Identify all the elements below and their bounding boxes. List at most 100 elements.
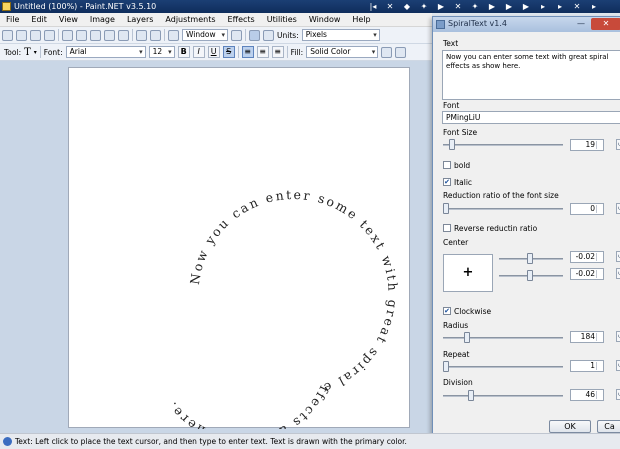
font-size-combo[interactable]: 12 — [148, 46, 175, 58]
taskbar-icon[interactable]: ▶ — [519, 2, 533, 11]
image-canvas[interactable]: Now you can enter some text with great s… — [68, 67, 410, 429]
center-x-slider[interactable] — [499, 253, 563, 265]
taskbar-icon[interactable]: ✦ — [417, 2, 431, 11]
reset-icon[interactable]: ↺ — [616, 251, 620, 262]
taskbar-icon[interactable]: ✕ — [383, 2, 397, 11]
taskbar-icon[interactable]: ▶ — [502, 2, 516, 11]
reduction-label: Reduction ratio of the font size — [443, 191, 559, 200]
minimize-icon[interactable]: — — [573, 18, 589, 30]
center-y-slider[interactable] — [499, 270, 563, 282]
slider-thumb[interactable] — [464, 332, 470, 343]
menu-effects[interactable]: Effects — [222, 13, 261, 27]
reset-icon[interactable]: ↺ — [616, 331, 620, 342]
reverse-checkbox[interactable] — [443, 224, 451, 232]
menu-help[interactable]: Help — [346, 13, 376, 27]
slider-thumb[interactable] — [468, 390, 474, 401]
font-combo[interactable]: Arial — [65, 46, 146, 58]
dialog-title-bar: SpiralText v1.4 — ✕ — [433, 17, 620, 32]
taskbar-icon[interactable]: ▶ — [434, 2, 448, 11]
slider-thumb[interactable] — [527, 270, 533, 281]
division-slider[interactable] — [443, 390, 563, 402]
slider-thumb[interactable] — [443, 203, 449, 214]
text-label: Text — [443, 39, 459, 48]
cut-icon[interactable] — [62, 29, 73, 41]
reset-icon[interactable]: ↺ — [616, 139, 620, 150]
new-image-icon[interactable] — [2, 29, 13, 41]
bold-checkbox[interactable] — [443, 161, 451, 169]
paste-icon[interactable] — [90, 29, 101, 41]
align-center-icon[interactable]: ≡ — [256, 46, 269, 58]
menu-utilities[interactable]: Utilities — [261, 13, 303, 27]
deselect-icon[interactable] — [118, 29, 129, 41]
center-y-input[interactable]: -0.02 — [570, 268, 604, 280]
units-combo[interactable]: Pixels — [301, 29, 380, 41]
center-x-input[interactable]: -0.02 — [570, 251, 604, 263]
reduction-slider[interactable] — [443, 203, 563, 215]
italic-checkbox[interactable]: ✔ — [443, 178, 451, 186]
repeat-input[interactable]: 1 — [570, 360, 604, 372]
crop-icon[interactable] — [104, 29, 115, 41]
align-right-icon[interactable]: ≡ — [271, 46, 284, 58]
taskbar-icon[interactable]: ▶ — [485, 2, 499, 11]
taskbar-icon[interactable]: |◂ — [366, 2, 380, 11]
menu-view[interactable]: View — [53, 13, 84, 27]
menu-adjustments[interactable]: Adjustments — [159, 13, 221, 27]
underline-button[interactable]: U — [207, 46, 220, 58]
undo-icon[interactable] — [136, 29, 147, 41]
clockwise-checkbox[interactable]: ✔ — [443, 307, 451, 315]
font-label: Font: — [43, 47, 63, 57]
radius-slider[interactable] — [443, 332, 563, 344]
antialias-icon[interactable] — [381, 46, 393, 58]
grid-icon[interactable] — [168, 29, 179, 41]
blend-mode-icon[interactable] — [395, 46, 407, 58]
spiral-text-dialog: SpiralText v1.4 — ✕ Text Now you can ent… — [432, 16, 620, 436]
center-picker[interactable]: + — [443, 254, 493, 292]
font-size-slider[interactable] — [443, 139, 563, 151]
chevron-down-icon[interactable]: ▾ — [34, 49, 37, 56]
taskbar-icon[interactable]: ▸ — [587, 2, 601, 11]
slider-thumb[interactable] — [449, 139, 455, 150]
ok-button[interactable]: OK — [549, 420, 591, 433]
menu-window[interactable]: Window — [303, 13, 347, 27]
slider-thumb[interactable] — [527, 253, 533, 264]
reset-icon[interactable]: ↺ — [616, 360, 620, 371]
slider-thumb[interactable] — [443, 361, 449, 372]
reset-icon[interactable]: ↺ — [616, 203, 620, 214]
menu-layers[interactable]: Layers — [121, 13, 159, 27]
reset-icon[interactable]: ↺ — [616, 389, 620, 400]
zoom-window-combo[interactable]: Window — [182, 29, 228, 41]
taskbar-icon[interactable]: ✕ — [570, 2, 584, 11]
font-select[interactable]: PMingLiU — [442, 111, 620, 124]
taskbar-icon[interactable]: ▸ — [553, 2, 567, 11]
taskbar-icon[interactable]: ✦ — [468, 2, 482, 11]
cancel-button[interactable]: Ca — [597, 420, 620, 433]
bold-button[interactable]: B — [177, 46, 190, 58]
redo-icon[interactable] — [150, 29, 161, 41]
strikethrough-button[interactable]: S — [222, 46, 235, 58]
division-input[interactable]: 46 — [570, 389, 604, 401]
save-icon[interactable] — [30, 29, 41, 41]
taskbar-icon[interactable]: ▸ — [536, 2, 550, 11]
text-tool-icon[interactable]: T — [24, 47, 31, 58]
ruler-icon[interactable] — [263, 29, 274, 41]
font-size-input[interactable]: 19 — [570, 139, 604, 151]
text-input[interactable]: Now you can enter some text with great s… — [442, 50, 620, 100]
menu-file[interactable]: File — [0, 13, 25, 27]
taskbar-icon[interactable]: ◆ — [400, 2, 414, 11]
taskbar-icon[interactable]: ✕ — [451, 2, 465, 11]
menu-edit[interactable]: Edit — [25, 13, 53, 27]
reduction-input[interactable]: 0 — [570, 203, 604, 215]
align-left-icon[interactable]: ≡ — [241, 46, 254, 58]
radius-input[interactable]: 184 — [570, 331, 604, 343]
fill-combo[interactable]: Solid Color — [306, 46, 379, 58]
open-icon[interactable] — [16, 29, 27, 41]
close-icon[interactable]: ✕ — [591, 18, 620, 30]
pixel-grid-icon[interactable] — [249, 29, 260, 41]
print-icon[interactable] — [44, 29, 55, 41]
copy-icon[interactable] — [76, 29, 87, 41]
zoom-icon[interactable] — [231, 29, 242, 41]
menu-image[interactable]: Image — [84, 13, 121, 27]
reset-icon[interactable]: ↺ — [616, 268, 620, 279]
italic-button[interactable]: I — [192, 46, 205, 58]
repeat-slider[interactable] — [443, 361, 563, 373]
